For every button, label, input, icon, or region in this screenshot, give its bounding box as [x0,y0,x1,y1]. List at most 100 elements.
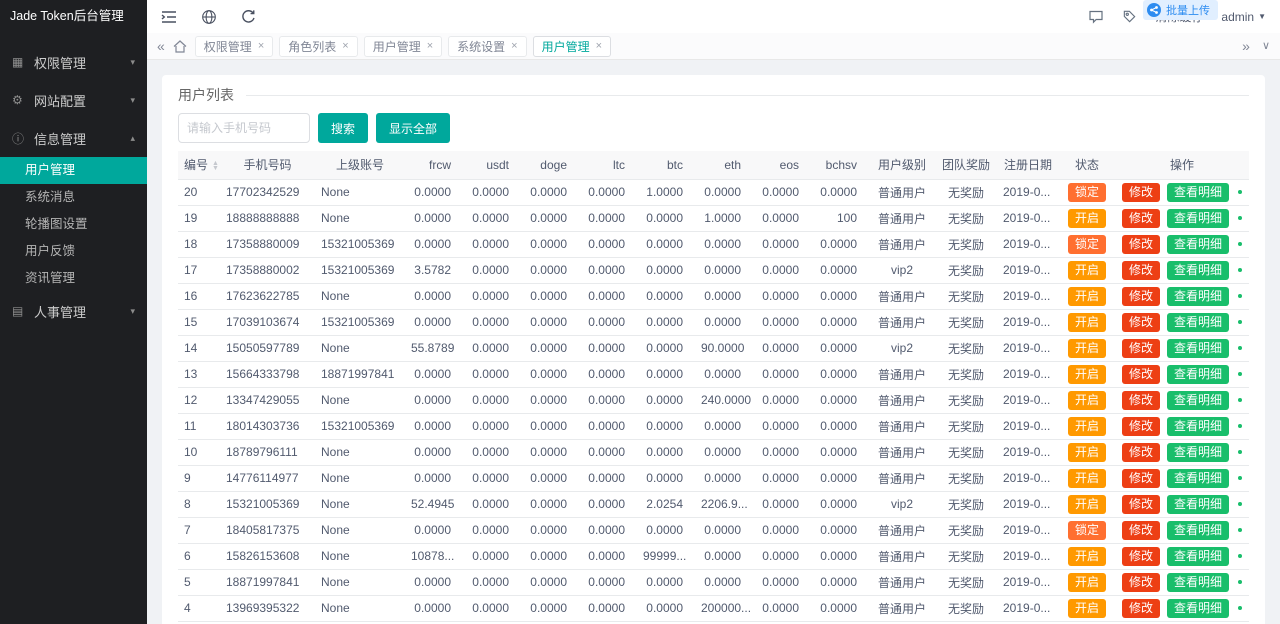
edit-button[interactable]: 修改 [1122,235,1160,254]
view-detail-button[interactable]: 查看明细 [1167,313,1229,332]
edit-button[interactable]: 修改 [1122,391,1160,410]
phone-search-input[interactable] [178,113,310,143]
close-icon[interactable]: × [342,41,348,52]
view-detail-button[interactable]: 查看明细 [1167,573,1229,592]
status-toggle-button[interactable]: 开启 [1068,365,1106,384]
clipped-action-button[interactable] [1238,216,1242,220]
clipped-action-button[interactable] [1238,476,1242,480]
view-detail-button[interactable]: 查看明细 [1167,287,1229,306]
edit-button[interactable]: 修改 [1122,521,1160,540]
tabs-scroll-right-icon[interactable]: » [1242,39,1250,53]
message-icon[interactable] [1088,9,1104,24]
close-icon[interactable]: × [596,41,602,52]
status-toggle-button[interactable]: 锁定 [1068,521,1106,540]
status-toggle-button[interactable]: 开启 [1068,573,1106,592]
clipped-action-button[interactable] [1238,190,1242,194]
status-toggle-button[interactable]: 开启 [1068,261,1106,280]
tab[interactable]: 角色列表× [279,36,357,57]
sidebar-subitem[interactable]: 用户管理 [0,157,147,184]
language-globe-icon[interactable] [201,9,217,25]
view-detail-button[interactable]: 查看明细 [1167,261,1229,280]
status-toggle-button[interactable]: 开启 [1068,469,1106,488]
close-icon[interactable]: × [511,41,517,52]
status-toggle-button[interactable]: 开启 [1068,287,1106,306]
clipped-action-button[interactable] [1238,606,1242,610]
close-icon[interactable]: × [258,41,264,52]
status-toggle-button[interactable]: 锁定 [1068,235,1106,254]
edit-button[interactable]: 修改 [1122,417,1160,436]
sidebar-item[interactable]: ⚙网站配置▾ [0,81,147,119]
status-toggle-button[interactable]: 开启 [1068,339,1106,358]
sidebar-item[interactable]: ▦权限管理▾ [0,43,147,81]
clipped-action-button[interactable] [1238,580,1242,584]
view-detail-button[interactable]: 查看明细 [1167,443,1229,462]
status-toggle-button[interactable]: 开启 [1068,209,1106,228]
collapse-menu-icon[interactable] [161,10,177,24]
view-detail-button[interactable]: 查看明细 [1167,183,1229,202]
view-detail-button[interactable]: 查看明细 [1167,391,1229,410]
edit-button[interactable]: 修改 [1122,209,1160,228]
show-all-button[interactable]: 显示全部 [376,113,450,143]
status-toggle-button[interactable]: 开启 [1068,443,1106,462]
view-detail-button[interactable]: 查看明细 [1167,599,1229,618]
edit-button[interactable]: 修改 [1122,495,1160,514]
status-toggle-button[interactable]: 开启 [1068,547,1106,566]
tab[interactable]: 系统设置× [448,36,526,57]
view-detail-button[interactable]: 查看明细 [1167,521,1229,540]
sidebar-subitem[interactable]: 轮播图设置 [0,211,147,238]
clipped-action-button[interactable] [1238,450,1242,454]
user-dropdown[interactable]: admin ▼ [1221,10,1266,24]
sidebar-item[interactable]: ▤人事管理▾ [0,292,147,330]
home-icon[interactable] [173,40,187,53]
status-toggle-button[interactable]: 开启 [1068,495,1106,514]
tab[interactable]: 权限管理× [195,36,273,57]
status-toggle-button[interactable]: 开启 [1068,313,1106,332]
search-button[interactable]: 搜索 [318,113,368,143]
clipped-action-button[interactable] [1238,424,1242,428]
sidebar-subitem[interactable]: 系统消息 [0,184,147,211]
tabs-scroll-left-icon[interactable]: « [157,39,165,53]
status-toggle-button[interactable]: 开启 [1068,391,1106,410]
edit-button[interactable]: 修改 [1122,573,1160,592]
clipped-action-button[interactable] [1238,242,1242,246]
tag-icon[interactable] [1122,9,1137,24]
edit-button[interactable]: 修改 [1122,287,1160,306]
close-icon[interactable]: × [427,41,433,52]
status-toggle-button[interactable]: 开启 [1068,599,1106,618]
edit-button[interactable]: 修改 [1122,183,1160,202]
edit-button[interactable]: 修改 [1122,365,1160,384]
sort-icon[interactable]: ▲▼ [212,161,219,171]
sidebar-subitem[interactable]: 资讯管理 [0,265,147,292]
view-detail-button[interactable]: 查看明细 [1167,417,1229,436]
clipped-action-button[interactable] [1238,294,1242,298]
view-detail-button[interactable]: 查看明细 [1167,547,1229,566]
tab[interactable]: 用户管理× [533,36,611,57]
sidebar-subitem[interactable]: 用户反馈 [0,238,147,265]
edit-button[interactable]: 修改 [1122,261,1160,280]
clipped-action-button[interactable] [1238,268,1242,272]
batch-upload-button[interactable]: 批量上传 [1143,0,1218,20]
view-detail-button[interactable]: 查看明细 [1167,469,1229,488]
clipped-action-button[interactable] [1238,398,1242,402]
tabs-menu-icon[interactable]: ∨ [1262,41,1270,52]
clipped-action-button[interactable] [1238,372,1242,376]
status-toggle-button[interactable]: 开启 [1068,417,1106,436]
clipped-action-button[interactable] [1238,502,1242,506]
view-detail-button[interactable]: 查看明细 [1167,235,1229,254]
tab[interactable]: 用户管理× [364,36,442,57]
edit-button[interactable]: 修改 [1122,599,1160,618]
refresh-icon[interactable] [241,9,256,24]
edit-button[interactable]: 修改 [1122,443,1160,462]
clipped-action-button[interactable] [1238,346,1242,350]
sidebar-item[interactable]: ⓘ信息管理▴ [0,119,147,157]
clipped-action-button[interactable] [1238,554,1242,558]
clipped-action-button[interactable] [1238,320,1242,324]
view-detail-button[interactable]: 查看明细 [1167,495,1229,514]
edit-button[interactable]: 修改 [1122,469,1160,488]
view-detail-button[interactable]: 查看明细 [1167,339,1229,358]
clipped-action-button[interactable] [1238,528,1242,532]
status-toggle-button[interactable]: 锁定 [1068,183,1106,202]
edit-button[interactable]: 修改 [1122,339,1160,358]
view-detail-button[interactable]: 查看明细 [1167,209,1229,228]
edit-button[interactable]: 修改 [1122,547,1160,566]
